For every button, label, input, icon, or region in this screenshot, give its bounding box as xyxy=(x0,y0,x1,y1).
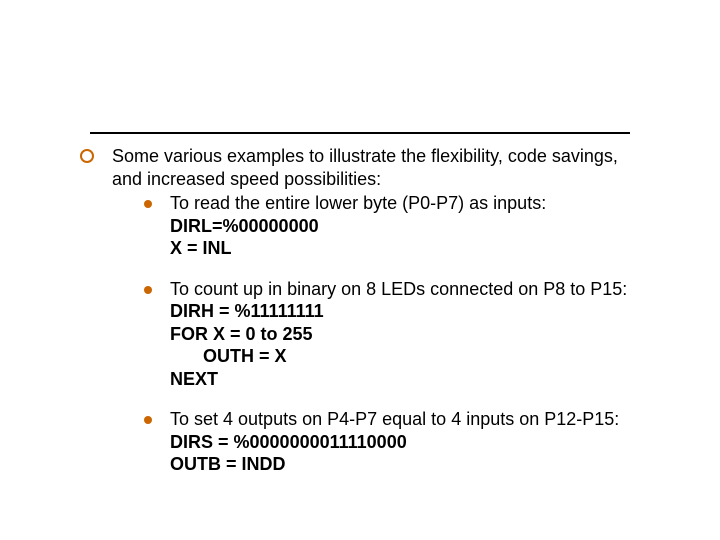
lead-text: To read the entire lower byte (P0-P7) as… xyxy=(170,193,546,213)
code-line: DIRS = %0000000011110000 xyxy=(170,432,407,452)
code-line: OUTH = X xyxy=(170,346,287,366)
lead-text: To set 4 outputs on P4-P7 equal to 4 inp… xyxy=(170,409,619,429)
sub-item: To read the entire lower byte (P0-P7) as… xyxy=(144,192,640,260)
sub-item: To count up in binary on 8 LEDs connecte… xyxy=(144,278,640,391)
sub-text: To read the entire lower byte (P0-P7) as… xyxy=(170,192,640,260)
code-line: DIRH = %11111111 xyxy=(170,301,324,321)
slide: Some various examples to illustrate the … xyxy=(0,0,720,540)
horizontal-rule xyxy=(90,132,630,134)
content-block: Some various examples to illustrate the … xyxy=(80,145,640,476)
code-line: DIRL=%00000000 xyxy=(170,216,319,236)
sub-text: To count up in binary on 8 LEDs connecte… xyxy=(170,278,640,391)
circle-bullet-icon xyxy=(80,149,94,163)
code-line: NEXT xyxy=(170,369,218,389)
dot-bullet-icon xyxy=(144,200,152,208)
main-bullet-row: Some various examples to illustrate the … xyxy=(80,145,640,476)
sub-list: To read the entire lower byte (P0-P7) as… xyxy=(112,192,640,476)
code-line: FOR X = 0 to 255 xyxy=(170,324,313,344)
code-text: OUTH = X xyxy=(198,346,287,366)
code-line: X = INL xyxy=(170,238,232,258)
code-line: OUTB = INDD xyxy=(170,454,286,474)
intro-text: Some various examples to illustrate the … xyxy=(112,146,618,189)
dot-bullet-icon xyxy=(144,286,152,294)
dot-bullet-icon xyxy=(144,416,152,424)
sub-text: To set 4 outputs on P4-P7 equal to 4 inp… xyxy=(170,408,640,476)
main-text: Some various examples to illustrate the … xyxy=(112,145,640,476)
lead-text: To count up in binary on 8 LEDs connecte… xyxy=(170,279,627,299)
sub-item: To set 4 outputs on P4-P7 equal to 4 inp… xyxy=(144,408,640,476)
